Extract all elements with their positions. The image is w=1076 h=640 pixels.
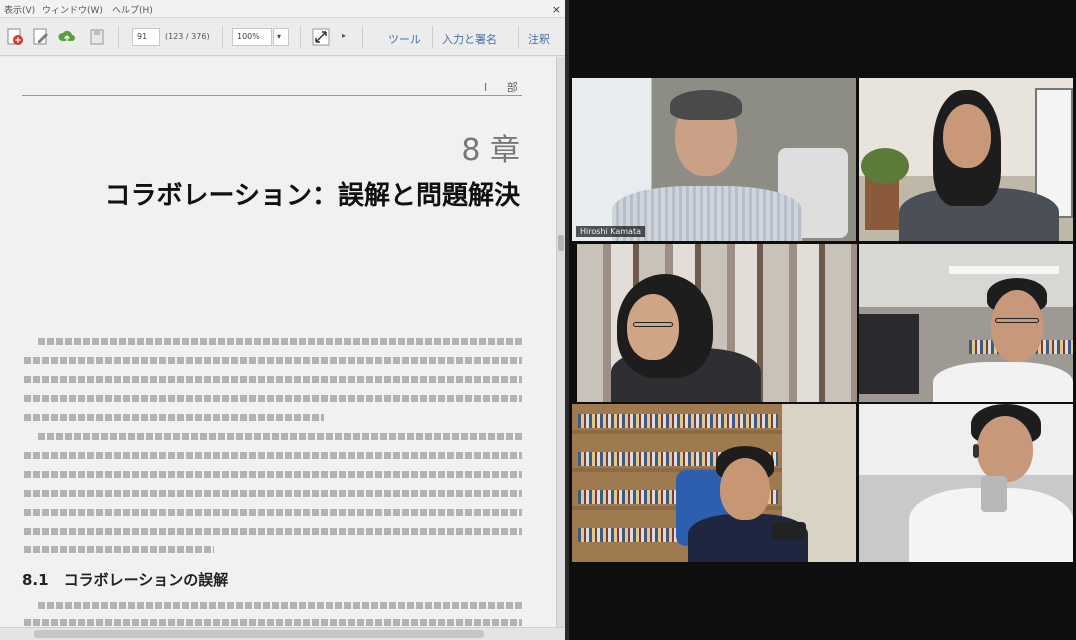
body-text [24,597,522,627]
participant-name: Hiroshi Kamata [576,226,645,237]
edit-icon[interactable] [32,28,50,46]
video-tile-host[interactable]: Hiroshi Kamata [572,78,856,241]
video-tile-participant[interactable] [859,78,1073,241]
person-head [720,458,770,520]
running-head: Ⅰ 部 [484,81,526,94]
text-line [24,357,522,364]
shelf [572,430,782,434]
text-line [38,602,522,609]
text-line [24,619,522,626]
text-line [24,471,522,478]
video-tile-participant[interactable] [859,404,1073,562]
fill-sign-link[interactable]: 入力と署名 [442,31,497,47]
text-line [24,395,522,402]
text-line [24,376,522,383]
body-text [24,332,522,553]
video-tile-participant[interactable] [859,244,1073,402]
person-hair [670,90,742,120]
toolbar-separator [362,26,363,48]
glasses [995,318,1039,323]
zoom-input[interactable]: 100% [232,28,272,46]
cloud-upload-icon[interactable] [58,28,76,46]
tools-link[interactable]: ツール [388,31,421,47]
pdf-create-icon[interactable] [6,28,24,46]
horizontal-scrollbar[interactable] [0,627,565,640]
menu-window[interactable]: ウィンドウ(W) [42,3,103,16]
toolbar-separator [518,26,519,48]
video-tile-participant[interactable] [577,244,857,402]
glasses [633,322,673,327]
person-head [977,416,1033,482]
fit-icon[interactable] [312,28,330,46]
clothes-rack [859,314,919,394]
document-page: Ⅰ 部 8 章 コラボレーション：誤解と問題解決 8.1 コラボレーションの誤解 [0,57,556,627]
text-line [38,338,522,345]
close-icon[interactable]: × [552,3,561,16]
header-rule [22,95,522,96]
scroll-thumb[interactable] [34,630,484,638]
books-row [578,414,778,428]
text-line [24,452,522,459]
section-heading: 8.1 コラボレーションの誤解 [22,571,229,589]
text-line [24,509,522,516]
page-number-input[interactable]: 91 [132,28,160,46]
menu-bar: 表示(V) ウィンドウ(W) ヘルプ(H) × [0,0,565,18]
text-line [24,528,522,535]
headphones [973,444,979,458]
toolbar-separator [118,26,119,48]
video-call-window: Hiroshi Kamata [569,0,1076,640]
page-count: (123 / 376) [165,32,210,41]
toolbar-separator [222,26,223,48]
person-head [627,294,679,360]
pdf-viewer: 表示(V) ウィンドウ(W) ヘルプ(H) × 91 (123 / 376) 1… [0,0,565,640]
person-head [991,290,1043,362]
save-icon[interactable] [88,28,106,46]
toolbar-separator [432,26,433,48]
chapter-title: コラボレーション：誤解と問題解決 [104,181,520,211]
video-tile-participant[interactable] [572,404,856,562]
zoom-dropdown-icon[interactable]: ▾ [273,28,289,46]
smartphone [981,476,1007,512]
chapter-number: 8 章 [461,133,520,168]
vertical-scrollbar[interactable] [556,57,565,627]
text-line [24,546,214,553]
text-line [24,490,522,497]
plant [861,148,909,184]
game-controller [772,522,806,540]
scroll-thumb[interactable] [558,235,564,251]
person-head [943,104,991,168]
text-line [24,414,324,421]
text-line [38,433,522,440]
menu-help[interactable]: ヘルプ(H) [112,3,153,16]
menu-view[interactable]: 表示(V) [4,3,35,16]
toolbar-separator [300,26,301,48]
ceiling-light [949,266,1059,274]
dropdown-icon[interactable]: ▸ [342,31,346,40]
toolbar: 91 (123 / 376) 100% ▾ ▸ ツール 入力と署名 注釈 [0,18,565,56]
comment-link[interactable]: 注釈 [528,31,550,47]
person-body [933,362,1073,402]
